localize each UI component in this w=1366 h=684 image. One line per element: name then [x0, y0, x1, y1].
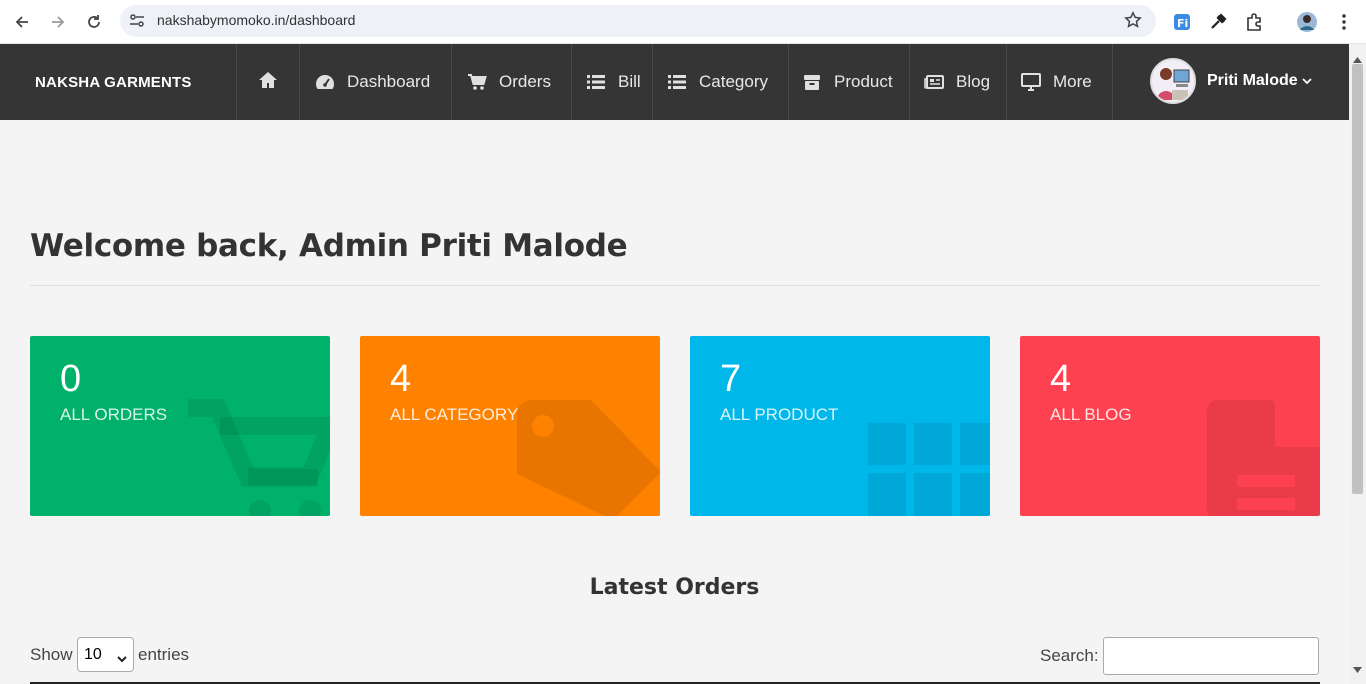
eyedropper-icon[interactable] [1205, 9, 1231, 35]
orders-count: 0 [60, 358, 82, 400]
home-icon [258, 71, 278, 94]
orders-label: ALL ORDERS [60, 405, 168, 424]
category-count: 4 [390, 358, 412, 400]
back-icon[interactable] [8, 8, 36, 36]
nav-bill-label: Bill [618, 72, 641, 91]
chevron-down-icon [117, 650, 127, 668]
blog-count: 4 [1050, 358, 1072, 400]
avatar [1150, 58, 1196, 104]
stat-card-product[interactable]: 7 ALL PRODUCT [690, 336, 990, 516]
nav-product[interactable]: Product [788, 44, 909, 120]
latest-orders-title: Latest Orders [589, 575, 760, 600]
user-profile-menu[interactable]: Priti Malode [1150, 58, 1312, 104]
page-scrollbar[interactable] [1349, 44, 1366, 684]
nav-orders-label: Orders [499, 72, 551, 91]
chevron-down-icon [1302, 72, 1312, 90]
entries-per-page-select[interactable]: 10 [77, 637, 134, 672]
page-title: Welcome back, Admin Priti Malode [30, 228, 628, 264]
nav-home[interactable] [236, 44, 299, 120]
user-name: Priti Malode [1207, 72, 1298, 89]
category-label: ALL CATEGORY [390, 405, 519, 424]
product-label: ALL PRODUCT [720, 405, 839, 424]
stat-card-blog[interactable]: 4 ALL BLOG [1020, 336, 1320, 516]
nav-dashboard[interactable]: Dashboard [299, 44, 451, 120]
tag-icon [517, 400, 660, 516]
entries-select-value: 10 [84, 645, 102, 663]
url-text: nakshabymomoko.in/dashboard [157, 12, 356, 28]
divider [30, 285, 1320, 286]
brand-logo-text[interactable]: NAKSHA GARMENTS [35, 74, 192, 91]
nav-dashboard-label: Dashboard [347, 72, 431, 91]
entries-label: entries [138, 645, 190, 664]
nav-more-label: More [1053, 72, 1092, 91]
stat-card-orders[interactable]: 0 ALL ORDERS [30, 336, 330, 516]
nav-product-label: Product [834, 72, 893, 91]
list-icon [667, 72, 687, 92]
dashboard-icon [315, 72, 335, 92]
nav-category[interactable]: Category [652, 44, 788, 120]
bookmark-star-icon[interactable] [1124, 11, 1142, 34]
show-label: Show [30, 645, 73, 664]
nav-more[interactable]: More [1006, 44, 1113, 120]
browser-toolbar: nakshabymomoko.in/dashboard Fi [0, 0, 1366, 44]
cart-icon [467, 72, 487, 92]
extensions-puzzle-icon[interactable] [1241, 9, 1267, 35]
cart-icon [188, 399, 330, 516]
browser-menu-icon[interactable] [1331, 9, 1357, 35]
scrollbar-thumb[interactable] [1352, 64, 1363, 494]
stat-card-category[interactable]: 4 ALL CATEGORY [360, 336, 660, 516]
product-count: 7 [720, 358, 742, 400]
reload-icon[interactable] [80, 8, 108, 36]
grid-icon [868, 423, 990, 516]
file-icon [1207, 400, 1320, 516]
site-info-icon[interactable] [128, 12, 146, 35]
list-icon [586, 72, 606, 92]
forward-icon[interactable] [44, 8, 72, 36]
nav-blog[interactable]: Blog [909, 44, 1006, 120]
search-label: Search: [1040, 646, 1099, 665]
nav-orders[interactable]: Orders [451, 44, 571, 120]
blog-label: ALL BLOG [1050, 405, 1132, 424]
desktop-icon [1021, 72, 1041, 92]
extension-icon[interactable]: Fi [1169, 9, 1195, 35]
nav-category-label: Category [699, 72, 768, 91]
profile-avatar-icon[interactable] [1294, 9, 1320, 35]
address-bar[interactable]: nakshabymomoko.in/dashboard [120, 5, 1156, 37]
newspaper-icon [924, 72, 944, 92]
table-search-input[interactable] [1103, 637, 1319, 675]
box-icon [802, 72, 822, 92]
site-navbar: NAKSHA GARMENTS Dashboard Orders Bill Ca… [0, 44, 1349, 120]
scroll-down-arrow-icon[interactable] [1353, 660, 1362, 678]
nav-blog-label: Blog [956, 72, 991, 91]
svg-text:Fi: Fi [1177, 17, 1188, 30]
nav-bill[interactable]: Bill [571, 44, 652, 120]
